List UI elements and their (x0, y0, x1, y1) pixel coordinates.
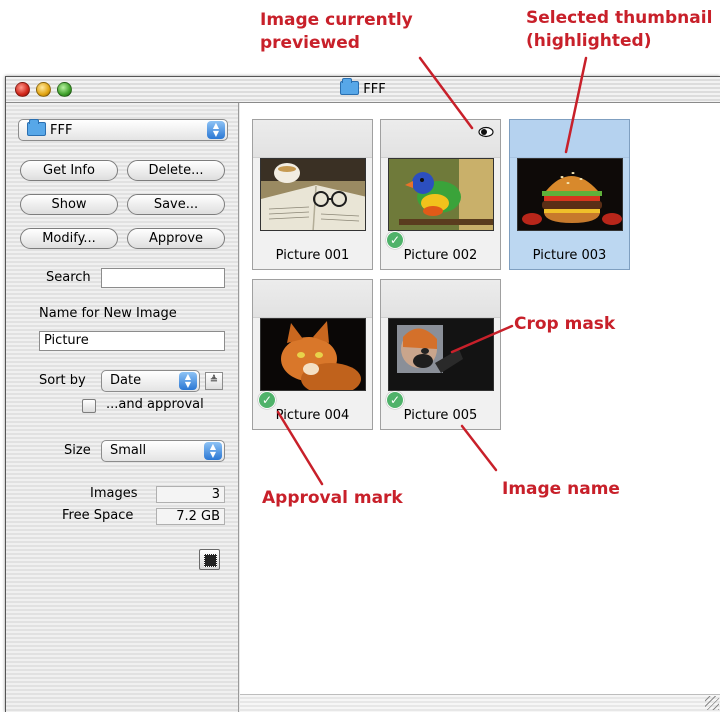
annotation-image-name: Image name (502, 479, 620, 499)
search-label: Search (46, 270, 91, 285)
save-button[interactable]: Save... (127, 194, 225, 215)
approval-check-icon: ✓ (258, 391, 276, 409)
approval-check-icon: ✓ (386, 231, 404, 249)
annotation-preview-line1: Image currently (260, 10, 413, 30)
folder-popup-content: FFF (27, 119, 73, 138)
get-info-button[interactable]: Get Info (20, 160, 118, 181)
sort-direction-icon[interactable]: ≜ (205, 372, 223, 390)
thumbnail-image-hamburger (517, 158, 623, 231)
thumbnail-picture-001[interactable]: Picture 001 (252, 119, 373, 270)
thumbnail-image-cat (260, 318, 366, 391)
popup-arrows-icon: ▲ ▼ (179, 372, 197, 390)
size-label: Size (64, 443, 91, 458)
annotation-approval-mark: Approval mark (262, 488, 403, 508)
cropped-portrait-image (389, 319, 493, 390)
slideshow-view-button[interactable] (199, 549, 220, 570)
approve-button[interactable]: Approve (127, 228, 225, 249)
horizontal-scrollbar[interactable] (240, 694, 720, 712)
thumbnail-caption: Picture 003 (532, 248, 607, 263)
thumbnail-header (510, 120, 629, 158)
title-bar[interactable]: FFF (6, 77, 720, 103)
window-title-group: FFF (6, 78, 720, 97)
book-and-teacup-image (261, 159, 365, 230)
thumbnail-caption: Picture 002 (403, 248, 478, 263)
new-image-name-label: Name for New Image (39, 306, 177, 321)
new-image-name-input[interactable]: Picture (39, 331, 225, 351)
thumbnail-header (253, 280, 372, 318)
size-popup[interactable]: Small ▲ ▼ (101, 440, 225, 462)
free-space-label: Free Space (62, 508, 134, 523)
resize-grip-icon[interactable] (705, 696, 719, 710)
cat-image (261, 319, 365, 390)
folder-popup[interactable]: FFF ▲ ▼ (18, 119, 228, 141)
search-input[interactable] (101, 268, 225, 288)
preview-eye-icon (478, 126, 494, 138)
modify-button[interactable]: Modify... (20, 228, 118, 249)
sidebar: FFF ▲ ▼ Get Info Delete... Show Save... M… (6, 103, 239, 712)
finder-window: FFF FFF ▲ ▼ Get Info Delete... Show Save.… (5, 76, 720, 712)
images-count-label: Images (90, 486, 138, 501)
thumbnail-picture-005[interactable]: ✓ Picture 005 (380, 279, 501, 430)
sort-by-value: Date (110, 373, 142, 388)
sort-by-label: Sort by (39, 373, 86, 388)
thumbnail-caption: Picture 001 (275, 248, 350, 263)
show-button[interactable]: Show (20, 194, 118, 215)
delete-button[interactable]: Delete... (127, 160, 225, 181)
popup-arrows-icon: ▲ ▼ (207, 121, 225, 139)
thumbnail-image-book-and-teacup (260, 158, 366, 231)
parrot-image (389, 159, 493, 230)
thumbnail-image-parrot (388, 158, 494, 231)
popup-arrows-icon: ▲ ▼ (204, 442, 222, 460)
thumbnail-header (253, 120, 372, 158)
annotation-crop-mask: Crop mask (514, 314, 616, 334)
sort-by-popup[interactable]: Date ▲ ▼ (101, 370, 200, 392)
images-count-value: 3 (156, 486, 225, 503)
window-title: FFF (363, 82, 386, 97)
folder-icon (27, 119, 46, 136)
and-approval-checkbox[interactable] (82, 399, 96, 413)
thumbnail-header (381, 280, 500, 318)
hamburger-image (518, 159, 622, 230)
folder-popup-label: FFF (50, 123, 73, 138)
thumbnail-browser: Picture 001 ✓ Picture 002 Picture 003 ✓ … (240, 103, 720, 712)
annotation-preview-line2: previewed (260, 33, 360, 53)
free-space-value: 7.2 GB (156, 508, 225, 525)
thumbnail-image-cropped-portrait (388, 318, 494, 391)
annotation-selected-line1: Selected thumbnail (526, 8, 713, 28)
thumbnail-picture-002[interactable]: ✓ Picture 002 (380, 119, 501, 270)
approval-check-icon: ✓ (386, 391, 404, 409)
thumbnail-picture-003[interactable]: Picture 003 (509, 119, 630, 270)
size-value: Small (110, 443, 147, 458)
thumbnail-caption: Picture 004 (275, 408, 350, 423)
and-approval-label: ...and approval (106, 397, 204, 412)
thumbnail-caption: Picture 005 (403, 408, 478, 423)
thumbnail-picture-004[interactable]: ✓ Picture 004 (252, 279, 373, 430)
annotation-selected-line2: (highlighted) (526, 31, 652, 51)
folder-icon (340, 78, 360, 95)
